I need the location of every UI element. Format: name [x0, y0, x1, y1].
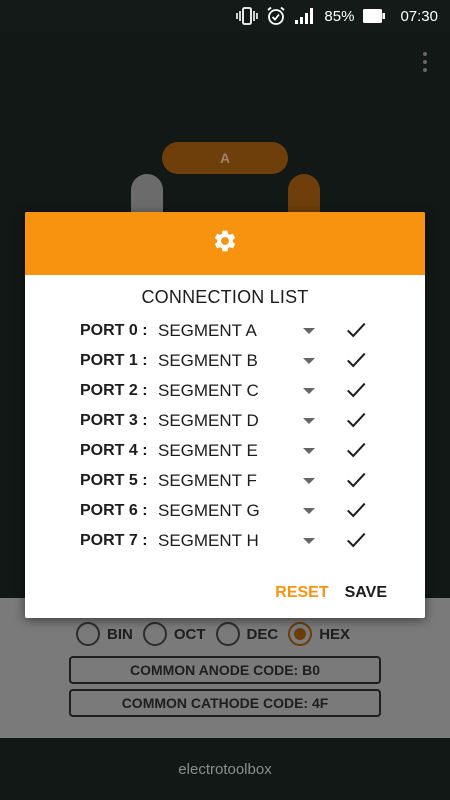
save-button[interactable]: SAVE: [345, 584, 387, 602]
connection-list-dialog: CONNECTION LIST PORT 0 : SEGMENT A PORT 1 …: [25, 212, 425, 618]
port-label: PORT 1 :: [80, 352, 148, 369]
port-label: PORT 3 :: [80, 412, 148, 429]
connection-row: PORT 0 : SEGMENT A: [25, 316, 425, 346]
battery-percent: 85%: [324, 7, 355, 25]
common-cathode-code: COMMON CATHODE CODE: 4F: [69, 689, 381, 717]
dropdown-arrow-icon[interactable]: [303, 508, 315, 514]
segment-select[interactable]: SEGMENT F: [158, 471, 257, 491]
connection-row: PORT 5 : SEGMENT F: [25, 466, 425, 496]
port-label: PORT 6 :: [80, 502, 148, 519]
common-anode-code: COMMON ANODE CODE: B0: [69, 656, 381, 684]
dropdown-arrow-icon[interactable]: [303, 418, 315, 424]
segment-select[interactable]: SEGMENT C: [158, 381, 259, 401]
connection-row: PORT 1 : SEGMENT B: [25, 346, 425, 376]
segment-select[interactable]: SEGMENT B: [158, 351, 258, 371]
dialog-header: [25, 212, 425, 275]
radio-label: DEC: [246, 625, 279, 643]
dialog-actions: RESET SAVE: [275, 584, 387, 602]
checkmark-icon[interactable]: [345, 379, 367, 406]
overflow-menu-icon[interactable]: [422, 52, 428, 72]
radio-label: BIN: [107, 625, 133, 643]
connection-rows: PORT 0 : SEGMENT A PORT 1 : SEGMENT B PORT 2…: [25, 316, 425, 556]
port-label: PORT 5 :: [80, 472, 148, 489]
connection-row: PORT 7 : SEGMENT H: [25, 526, 425, 556]
port-label: PORT 4 :: [80, 442, 148, 459]
format-radio-group: BIN OCT DEC HEX: [76, 622, 350, 646]
port-label: PORT 7 :: [80, 532, 148, 549]
segment-select[interactable]: SEGMENT E: [158, 441, 258, 461]
dropdown-arrow-icon[interactable]: [303, 358, 315, 364]
checkmark-icon[interactable]: [345, 409, 367, 436]
dropdown-arrow-icon[interactable]: [303, 478, 315, 484]
connection-row: PORT 4 : SEGMENT E: [25, 436, 425, 466]
connection-row: PORT 6 : SEGMENT G: [25, 496, 425, 526]
signal-icon: [294, 7, 316, 25]
status-bar: 85% 07:30: [0, 0, 450, 32]
port-label: PORT 2 :: [80, 382, 148, 399]
footer-brand: electrotoolbox: [178, 760, 272, 778]
radio-button[interactable]: [142, 622, 167, 646]
checkmark-icon[interactable]: [345, 349, 367, 376]
radio-label: OCT: [173, 625, 206, 643]
checkmark-icon[interactable]: [345, 499, 367, 526]
radio-oct[interactable]: OCT: [142, 622, 206, 646]
segment-select[interactable]: SEGMENT D: [158, 411, 259, 431]
alarm-icon: [266, 6, 286, 26]
battery-icon: [362, 8, 386, 24]
clock: 07:30: [400, 7, 438, 25]
connection-row: PORT 2 : SEGMENT C: [25, 376, 425, 406]
radio-dec[interactable]: DEC: [215, 622, 279, 646]
radio-label: HEX: [319, 625, 351, 643]
footer: electrotoolbox: [0, 738, 450, 800]
checkmark-icon[interactable]: [345, 319, 367, 346]
segment-select[interactable]: SEGMENT H: [158, 531, 259, 551]
checkmark-icon[interactable]: [345, 469, 367, 496]
radio-button[interactable]: [76, 622, 100, 646]
segment-select[interactable]: SEGMENT G: [158, 501, 260, 521]
dropdown-arrow-icon[interactable]: [303, 328, 315, 334]
bottom-panel: BIN OCT DEC HEX COMMON ANODE CODE: B0 CO…: [0, 598, 450, 738]
radio-button-selected[interactable]: [288, 622, 313, 646]
connection-row: PORT 3 : SEGMENT D: [25, 406, 425, 436]
reset-button[interactable]: RESET: [275, 584, 328, 602]
segment-a[interactable]: A: [162, 142, 288, 174]
vibrate-icon: [236, 7, 259, 25]
dropdown-arrow-icon[interactable]: [303, 538, 315, 544]
radio-hex[interactable]: HEX: [288, 622, 350, 646]
dropdown-arrow-icon[interactable]: [303, 448, 315, 454]
dialog-title: CONNECTION LIST: [141, 287, 309, 307]
dropdown-arrow-icon[interactable]: [303, 388, 315, 394]
checkmark-icon[interactable]: [345, 439, 367, 466]
checkmark-icon[interactable]: [345, 529, 367, 556]
gear-icon: [212, 228, 238, 259]
segment-a-label: A: [219, 150, 231, 166]
port-label: PORT 0 :: [80, 322, 148, 339]
radio-bin[interactable]: BIN: [76, 622, 133, 646]
segment-select[interactable]: SEGMENT A: [158, 321, 257, 341]
radio-button[interactable]: [215, 622, 240, 646]
